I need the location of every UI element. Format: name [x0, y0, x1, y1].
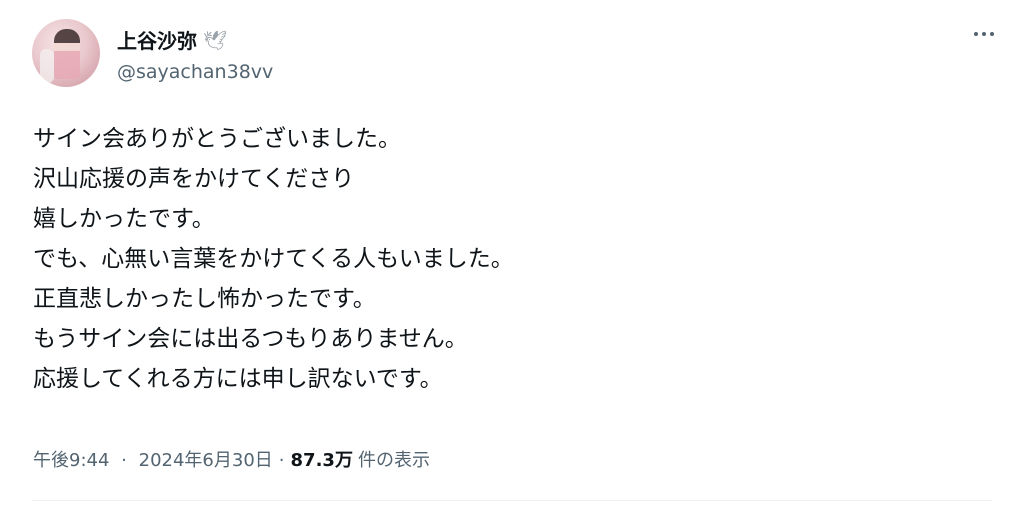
avatar-figure: [54, 29, 80, 79]
tweet-text-line: 沢山応援の声をかけてくださり: [33, 166, 355, 192]
avatar-figure-secondary: [40, 49, 54, 83]
more-dot: [982, 32, 986, 36]
avatar[interactable]: [32, 19, 100, 87]
divider: [32, 500, 992, 501]
tweet-timestamp[interactable]: 午後9:44 · 2024年6月30日: [33, 448, 273, 474]
tweet-time: 午後9:44: [33, 450, 110, 471]
tweet-date: 2024年6月30日: [138, 450, 273, 471]
more-options-button[interactable]: [966, 22, 1002, 46]
tweet-text-line: 正直悲しかったし怖かったです。: [33, 286, 376, 312]
tweet-text-line: でも、心無い言葉をかけてくる人もいました。: [33, 246, 514, 272]
more-dot: [974, 32, 978, 36]
author-handle[interactable]: @sayachan38vv: [117, 60, 273, 84]
tweet-text: サイン会ありがとうございました。 沢山応援の声をかけてくださり 嬉しかったです。…: [33, 119, 514, 399]
author-name-row: 上谷沙弥 🕊: [117, 26, 227, 56]
dove-icon: 🕊: [203, 30, 228, 52]
author-display-name[interactable]: 上谷沙弥: [117, 28, 197, 54]
tweet-text-line: サイン会ありがとうございました。: [33, 126, 401, 152]
views-count: 87.3万: [290, 450, 353, 471]
meta-separator: ·: [278, 450, 285, 471]
tweet-text-line: もうサイン会には出るつもりありません。: [33, 326, 468, 352]
tweet-text-line: 応援してくれる方には申し訳ないです。: [33, 366, 443, 392]
tweet-text-line: 嬉しかったです。: [33, 206, 215, 232]
tweet-card: 上谷沙弥 🕊 @sayachan38vv サイン会ありがとうございました。 沢山…: [0, 0, 1024, 514]
views-label: 件の表示: [357, 450, 430, 471]
meta-separator: ·: [121, 450, 127, 471]
more-dot: [990, 32, 994, 36]
tweet-meta: 午後9:44 · 2024年6月30日 · 87.3万 件の表示: [33, 448, 430, 474]
